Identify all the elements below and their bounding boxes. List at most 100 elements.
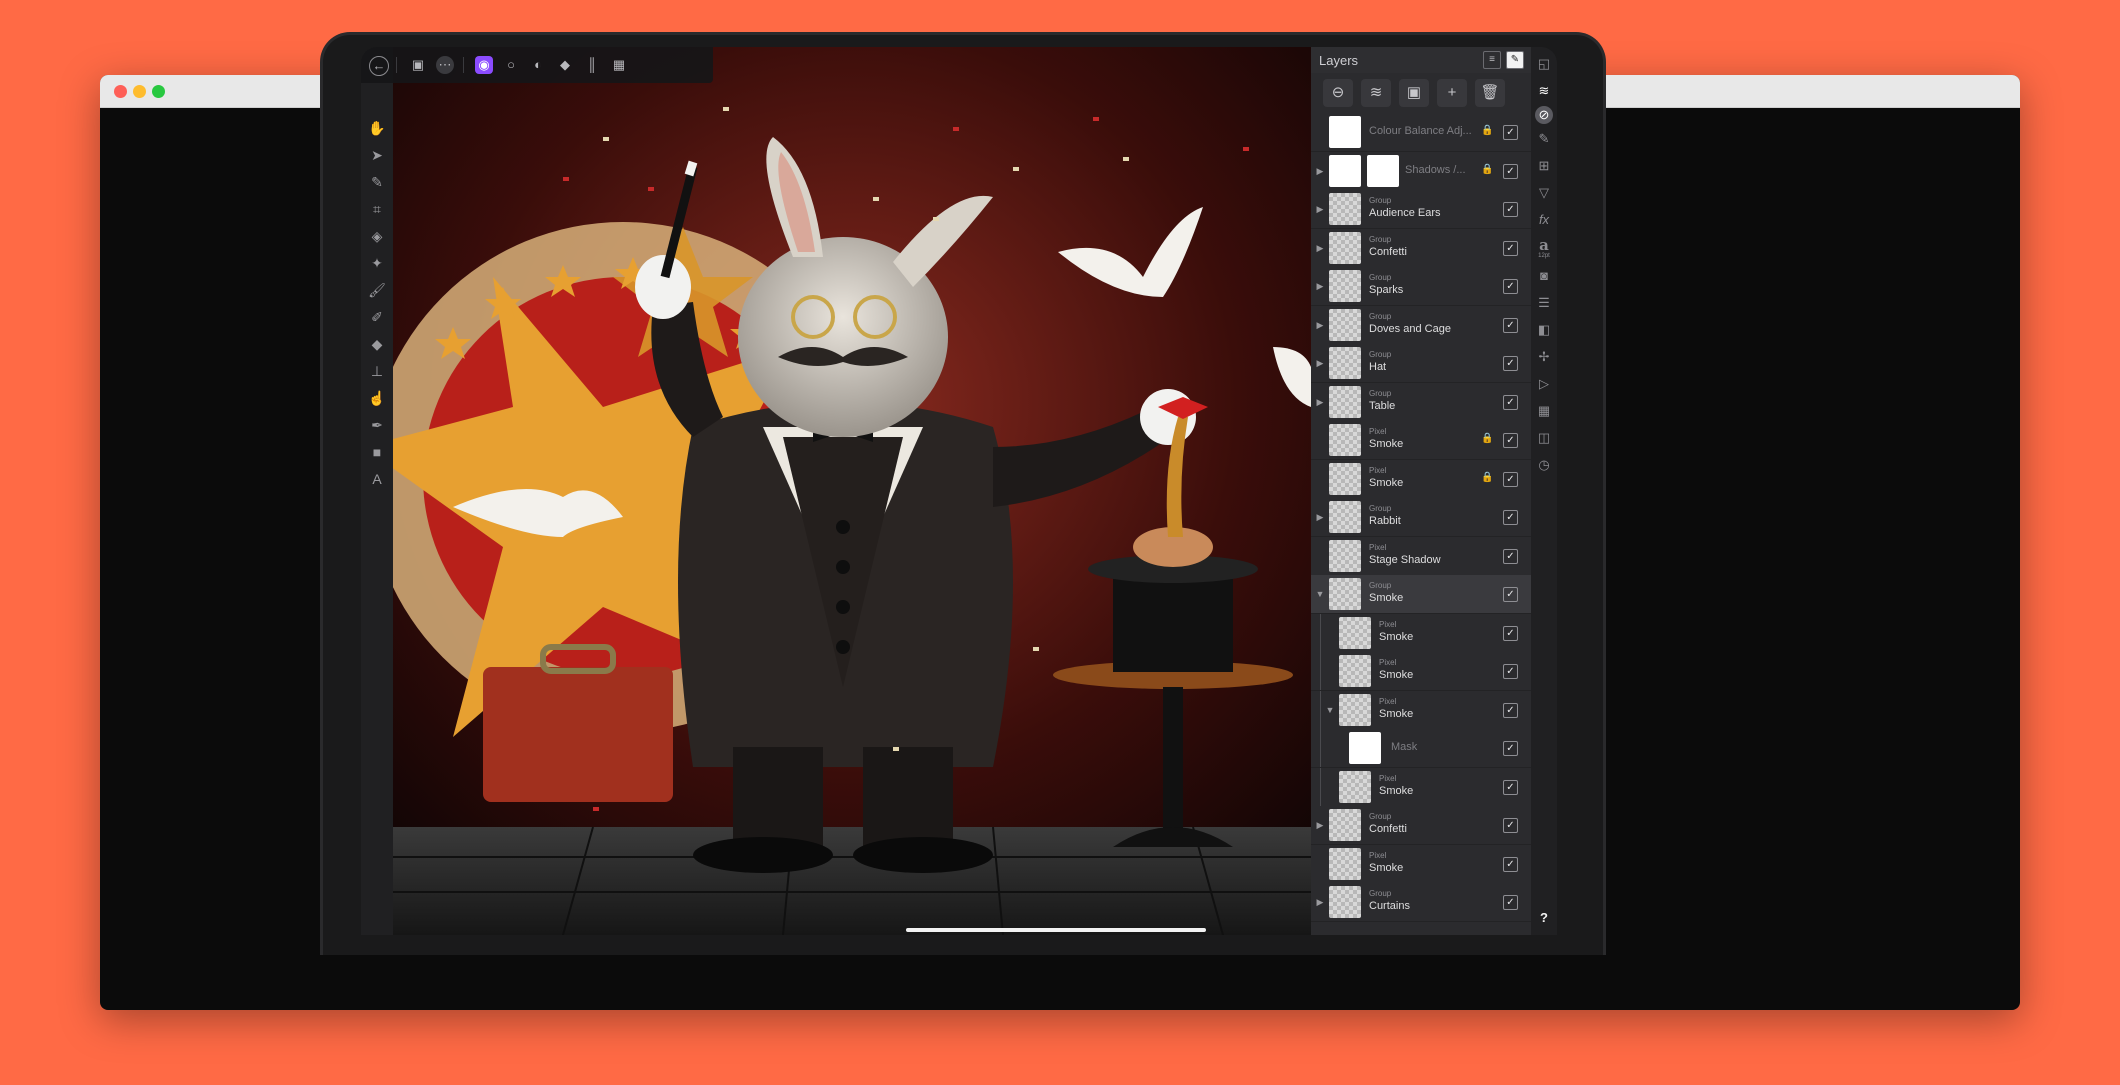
- layer-row[interactable]: ▶ Group Audience Ears ✓: [1311, 190, 1531, 229]
- filters-icon[interactable]: ▽: [1535, 184, 1553, 202]
- help-button[interactable]: ?: [1535, 909, 1553, 927]
- visibility-checkbox[interactable]: ✓: [1503, 240, 1518, 256]
- develop-icon[interactable]: ◆: [556, 56, 574, 74]
- lock-icon[interactable]: 🔒: [1481, 164, 1493, 176]
- visibility-checkbox[interactable]: ✓: [1503, 433, 1518, 448]
- blend-mode-icon[interactable]: ⊖: [1323, 79, 1353, 107]
- clock-icon[interactable]: ◷: [1535, 456, 1553, 474]
- layer-row[interactable]: Pixel Smoke ✓: [1311, 613, 1531, 653]
- liquify-icon[interactable]: ◐: [529, 56, 547, 74]
- crop-icon[interactable]: ⌗: [368, 200, 386, 218]
- expand-icon[interactable]: ▶: [1315, 242, 1325, 254]
- text-icon[interactable]: A: [368, 470, 386, 488]
- expand-icon[interactable]: ▶: [1315, 165, 1325, 177]
- visibility-checkbox[interactable]: ✓: [1503, 279, 1518, 294]
- visibility-checkbox[interactable]: ✓: [1503, 317, 1518, 333]
- lock-icon[interactable]: 🔒: [1481, 472, 1493, 484]
- selection-brush-icon[interactable]: ◈: [368, 227, 386, 245]
- minimize-window-button[interactable]: [133, 85, 146, 98]
- grid-icon[interactable]: ▦: [1535, 402, 1553, 420]
- color-picker-icon[interactable]: ✎: [368, 173, 386, 191]
- transform-icon[interactable]: ⊞: [1535, 157, 1553, 175]
- history-icon[interactable]: ◫: [1535, 429, 1553, 447]
- layer-stack-icon[interactable]: ≋: [1361, 79, 1391, 107]
- pen-icon[interactable]: ✒: [368, 416, 386, 434]
- more-icon[interactable]: ⋯: [436, 56, 454, 74]
- visibility-checkbox[interactable]: ✓: [1503, 163, 1518, 179]
- visibility-checkbox[interactable]: ✓: [1503, 548, 1518, 564]
- collapse-icon[interactable]: ▼: [1325, 704, 1335, 716]
- adjustments-icon[interactable]: ☰: [1535, 294, 1553, 312]
- rectangle-icon[interactable]: ■: [368, 443, 386, 461]
- visibility-checkbox[interactable]: ✓: [1503, 510, 1518, 525]
- layers-icon[interactable]: ≋: [1535, 82, 1553, 100]
- close-window-button[interactable]: [114, 85, 127, 98]
- dodge-icon[interactable]: ◆: [368, 335, 386, 353]
- visibility-checkbox[interactable]: ✓: [1503, 818, 1518, 833]
- layer-row[interactable]: Pixel Smoke ✓: [1311, 844, 1531, 884]
- navigator-icon[interactable]: ◱: [1535, 55, 1553, 73]
- back-arrow-icon[interactable]: ←: [369, 56, 389, 76]
- layer-row[interactable]: Colour Balance Adj... 🔒 ✓: [1311, 113, 1531, 152]
- macro-icon[interactable]: ▷: [1535, 375, 1553, 393]
- visibility-checkbox[interactable]: ✓: [1503, 895, 1518, 910]
- layer-row[interactable]: Mask ✓: [1311, 729, 1531, 768]
- layer-row[interactable]: ▼ Pixel Smoke ✓: [1311, 690, 1531, 730]
- smudge-icon[interactable]: ☝: [368, 389, 386, 407]
- snapshot-icon[interactable]: ◙: [1535, 267, 1553, 285]
- layer-row[interactable]: Pixel Smoke ✓: [1311, 767, 1531, 807]
- hand-icon[interactable]: ✋: [368, 119, 386, 137]
- expand-icon[interactable]: ▶: [1315, 280, 1325, 292]
- layer-row[interactable]: ▶ Group Rabbit ✓: [1311, 498, 1531, 537]
- layer-row[interactable]: ▶ Group Doves and Cage ✓: [1311, 305, 1531, 345]
- layer-row[interactable]: ▶ Shadows /... 🔒 ✓: [1311, 151, 1531, 191]
- document-canvas[interactable]: [393, 47, 1311, 935]
- visibility-checkbox[interactable]: ✓: [1503, 741, 1518, 756]
- layer-row[interactable]: ▶ Group Curtains ✓: [1311, 883, 1531, 922]
- layer-row[interactable]: Pixel Smoke 🔒 ✓: [1311, 421, 1531, 460]
- tone-map-icon[interactable]: ║: [583, 56, 601, 74]
- visibility-checkbox[interactable]: ✓: [1503, 471, 1518, 487]
- layer-row[interactable]: Pixel Smoke ✓: [1311, 652, 1531, 691]
- expand-icon[interactable]: ▶: [1315, 819, 1325, 831]
- zoom-window-button[interactable]: [152, 85, 165, 98]
- visibility-checkbox[interactable]: ✓: [1503, 664, 1518, 679]
- stroke-icon[interactable]: ✢: [1535, 348, 1553, 366]
- visibility-checkbox[interactable]: ✓: [1503, 394, 1518, 410]
- layer-row[interactable]: ▶ Group Confetti ✓: [1311, 806, 1531, 845]
- visibility-checkbox[interactable]: ✓: [1503, 625, 1518, 641]
- expand-icon[interactable]: ▶: [1315, 357, 1325, 369]
- flood-select-icon[interactable]: ✦: [368, 254, 386, 272]
- trash-icon[interactable]: 🗑: [1475, 79, 1505, 107]
- erase-brush-icon[interactable]: ✐: [368, 308, 386, 326]
- visibility-checkbox[interactable]: ✓: [1503, 856, 1518, 872]
- lock-icon[interactable]: 🔒: [1481, 433, 1493, 445]
- persona-photo-icon[interactable]: ◉: [475, 56, 493, 74]
- collapse-icon[interactable]: ▼: [1315, 588, 1325, 600]
- visibility-checkbox[interactable]: ✓: [1503, 779, 1518, 795]
- layer-row[interactable]: ▶ Group Confetti ✓: [1311, 228, 1531, 268]
- expand-icon[interactable]: ▶: [1315, 396, 1325, 408]
- visibility-checkbox[interactable]: ✓: [1503, 587, 1518, 602]
- move-icon[interactable]: ➤: [368, 146, 386, 164]
- list-view-icon[interactable]: ≡: [1483, 51, 1501, 69]
- expand-icon[interactable]: ▶: [1315, 896, 1325, 908]
- export-icon[interactable]: ▦: [610, 56, 628, 74]
- fx-icon[interactable]: fx: [1535, 211, 1553, 229]
- lock-icon[interactable]: 🔒: [1481, 125, 1493, 137]
- channels-icon[interactable]: ◧: [1535, 321, 1553, 339]
- paint-brush-icon[interactable]: 🖌: [368, 281, 386, 299]
- expand-icon[interactable]: ▶: [1315, 511, 1325, 523]
- brushes-icon[interactable]: ⊘: [1535, 106, 1553, 124]
- visibility-checkbox[interactable]: ✓: [1503, 202, 1518, 217]
- mask-icon[interactable]: ▣: [1399, 79, 1429, 107]
- color-icon[interactable]: ✎: [1535, 130, 1553, 148]
- visibility-checkbox[interactable]: ✓: [1503, 356, 1518, 371]
- add-icon[interactable]: +: [1437, 79, 1467, 107]
- layer-row[interactable]: ▶ Group Table ✓: [1311, 382, 1531, 422]
- layer-row[interactable]: ▶ Group Hat ✓: [1311, 344, 1531, 383]
- clone-icon[interactable]: ⊥: [368, 362, 386, 380]
- visibility-checkbox[interactable]: ✓: [1503, 125, 1518, 140]
- expand-icon[interactable]: ▶: [1315, 319, 1325, 331]
- circle-icon[interactable]: ○: [502, 56, 520, 74]
